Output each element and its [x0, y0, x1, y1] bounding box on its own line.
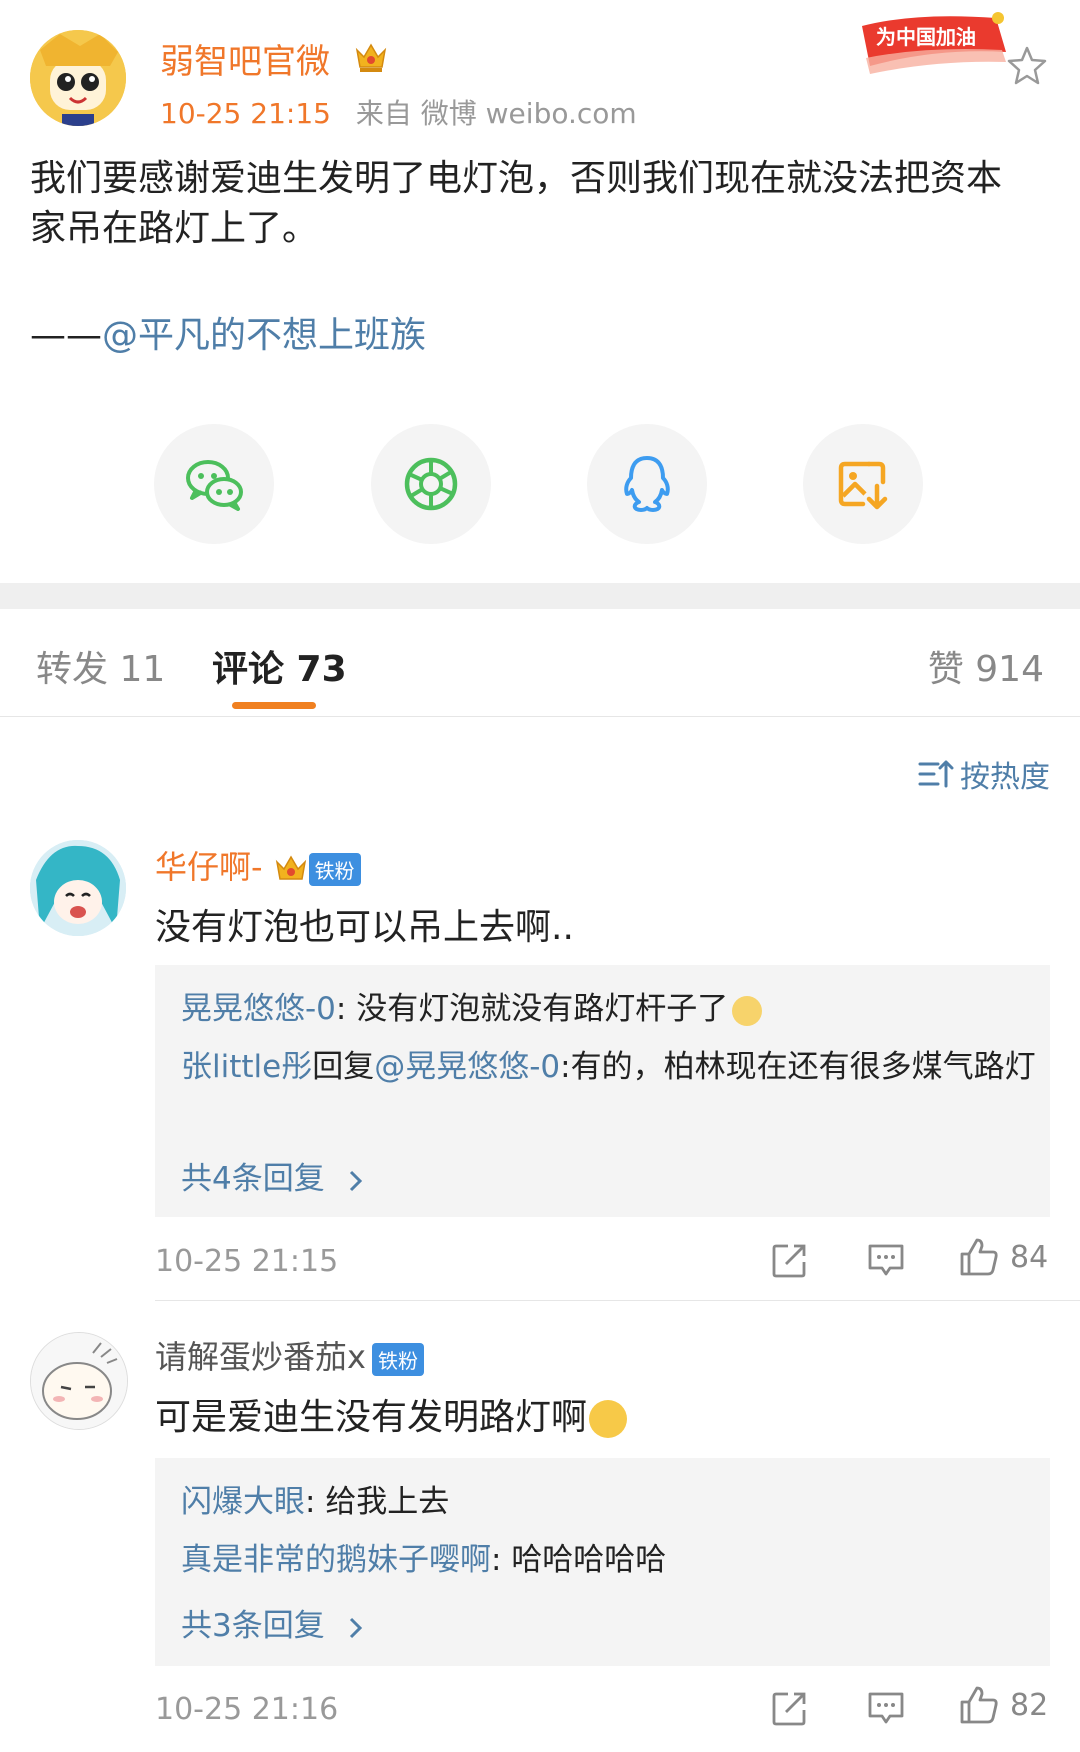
post-meta: 10-25 21:15 来自 微博 weibo.com: [160, 92, 637, 132]
comment-divider: [155, 1300, 1080, 1301]
reply-item[interactable]: 真是非常的鹅妹子嘤啊: 哈哈哈哈哈: [181, 1538, 666, 1582]
reply-mention[interactable]: @晃晃悠悠-0: [374, 1049, 560, 1085]
more-replies-label: 共4条回复: [181, 1161, 325, 1197]
reply-item[interactable]: 张little彤回复@晃晃悠悠-0:有的，柏林现在还有很多煤气路灯: [181, 1045, 1041, 1089]
favorite-star-icon[interactable]: [1006, 44, 1048, 86]
repost-icon[interactable]: [770, 1688, 810, 1728]
cheer-badge[interactable]: 为中国加油: [856, 8, 1014, 78]
reply-separator: :: [335, 991, 357, 1027]
author-avatar[interactable]: [30, 30, 126, 126]
commenter-name-text: 华仔啊-: [155, 848, 263, 886]
tab-active-indicator: [232, 702, 316, 709]
reply-verb: 回复: [312, 1049, 375, 1085]
comment-text: 没有灯泡也可以吊上去啊..: [155, 907, 574, 948]
reply-box[interactable]: 闪爆大眼: 给我上去 真是非常的鹅妹子嘤啊: 哈哈哈哈哈 共3条回复: [155, 1458, 1050, 1666]
share-moments-button[interactable]: [371, 424, 491, 544]
post-source: 来自 微博 weibo.com: [355, 97, 637, 130]
share-wechat-button[interactable]: [154, 424, 274, 544]
section-divider: [0, 583, 1080, 609]
post-signature: ——@平凡的不想上班族: [30, 306, 426, 358]
sort-label: 按热度: [960, 760, 1050, 795]
comment-text: 可是爱迪生没有发明路灯啊: [155, 1388, 628, 1440]
sort-button[interactable]: 按热度: [918, 752, 1050, 796]
reply-text: 哈哈哈哈哈: [511, 1542, 667, 1578]
signature-mention[interactable]: @平凡的不想上班族: [102, 315, 426, 356]
chevron-right-icon: [349, 1170, 362, 1191]
like-count: 82: [1010, 1687, 1049, 1723]
thumbs-up-icon: [960, 1686, 998, 1724]
comment-icon[interactable]: [866, 1240, 906, 1280]
sort-icon: [918, 760, 954, 788]
reply-user[interactable]: 晃晃悠悠-0: [181, 991, 336, 1027]
comment-text-content: 可是爱迪生没有发明路灯啊: [155, 1397, 588, 1438]
like-button[interactable]: 84: [958, 1236, 1048, 1278]
thumbs-up-icon: [960, 1238, 998, 1276]
fan-badge: 铁粉: [308, 852, 361, 886]
reply-user[interactable]: 张little彤: [181, 1049, 312, 1085]
more-replies-link[interactable]: 共4条回复: [181, 1153, 367, 1198]
chevron-right-icon: [349, 1617, 362, 1638]
more-replies-label: 共3条回复: [181, 1608, 325, 1644]
reply-user[interactable]: 真是非常的鹅妹子嘤啊: [181, 1542, 491, 1578]
commenter-name-text: 请解蛋炒番茄x: [155, 1338, 366, 1376]
commenter-avatar[interactable]: [30, 840, 126, 936]
crown-icon: [354, 40, 388, 74]
reply-item[interactable]: 晃晃悠悠-0: 没有灯泡就没有路灯杆子了: [181, 987, 763, 1031]
like-button[interactable]: 82: [958, 1684, 1048, 1726]
more-replies-link[interactable]: 共3条回复: [181, 1600, 367, 1645]
comment-time: 10-25 21:15: [155, 1244, 339, 1279]
moments-icon: [404, 457, 458, 511]
reply-separator: :: [491, 1542, 512, 1578]
commenter-avatar[interactable]: [30, 1332, 128, 1430]
author-name[interactable]: 弱智吧官微: [160, 34, 330, 83]
tab-likes[interactable]: 赞 914: [928, 640, 1044, 692]
post-text: 我们要感谢爱迪生发明了电灯泡，否则我们现在就没法把资本家吊在路灯上了。: [30, 158, 1003, 249]
wechat-icon: [186, 460, 243, 511]
comment-icon[interactable]: [866, 1688, 906, 1728]
tab-comments[interactable]: 评论 73: [212, 640, 347, 692]
crown-icon: [275, 855, 306, 880]
reply-item[interactable]: 闪爆大眼: 给我上去: [181, 1480, 449, 1524]
reply-text: 有的，柏林现在还有很多煤气路灯: [570, 1049, 1036, 1085]
post-time: 10-25 21:15: [160, 97, 331, 130]
save-image-button[interactable]: [803, 424, 923, 544]
reply-separator: :: [305, 1484, 326, 1520]
awkward-emoji-icon: [732, 995, 763, 1026]
reply-user[interactable]: 闪爆大眼: [181, 1484, 305, 1520]
reply-text: 给我上去: [325, 1484, 450, 1520]
repost-icon[interactable]: [770, 1240, 810, 1280]
commenter-name[interactable]: 请解蛋炒番茄x 铁粉: [155, 1332, 424, 1378]
fan-badge: 铁粉: [371, 1342, 424, 1376]
tab-repost[interactable]: 转发 11: [36, 640, 165, 692]
tabs-divider: [0, 716, 1080, 717]
reply-text: 没有灯泡就没有路灯杆子了: [356, 991, 729, 1027]
like-count: 84: [1010, 1239, 1049, 1275]
cheer-badge-text: 为中国加油: [876, 25, 976, 49]
signature-prefix: ——: [30, 315, 102, 356]
reply-separator: :: [560, 1049, 571, 1085]
save-image-icon: [838, 461, 888, 510]
share-qq-button[interactable]: [587, 424, 707, 544]
crying-laugh-emoji-icon: [589, 1400, 628, 1438]
commenter-name[interactable]: 华仔啊- 铁粉: [155, 842, 361, 888]
qq-icon: [624, 456, 670, 512]
reply-box[interactable]: 晃晃悠悠-0: 没有灯泡就没有路灯杆子了 张little彤回复@晃晃悠悠-0:有…: [155, 965, 1050, 1217]
comment-time: 10-25 21:16: [155, 1692, 339, 1727]
